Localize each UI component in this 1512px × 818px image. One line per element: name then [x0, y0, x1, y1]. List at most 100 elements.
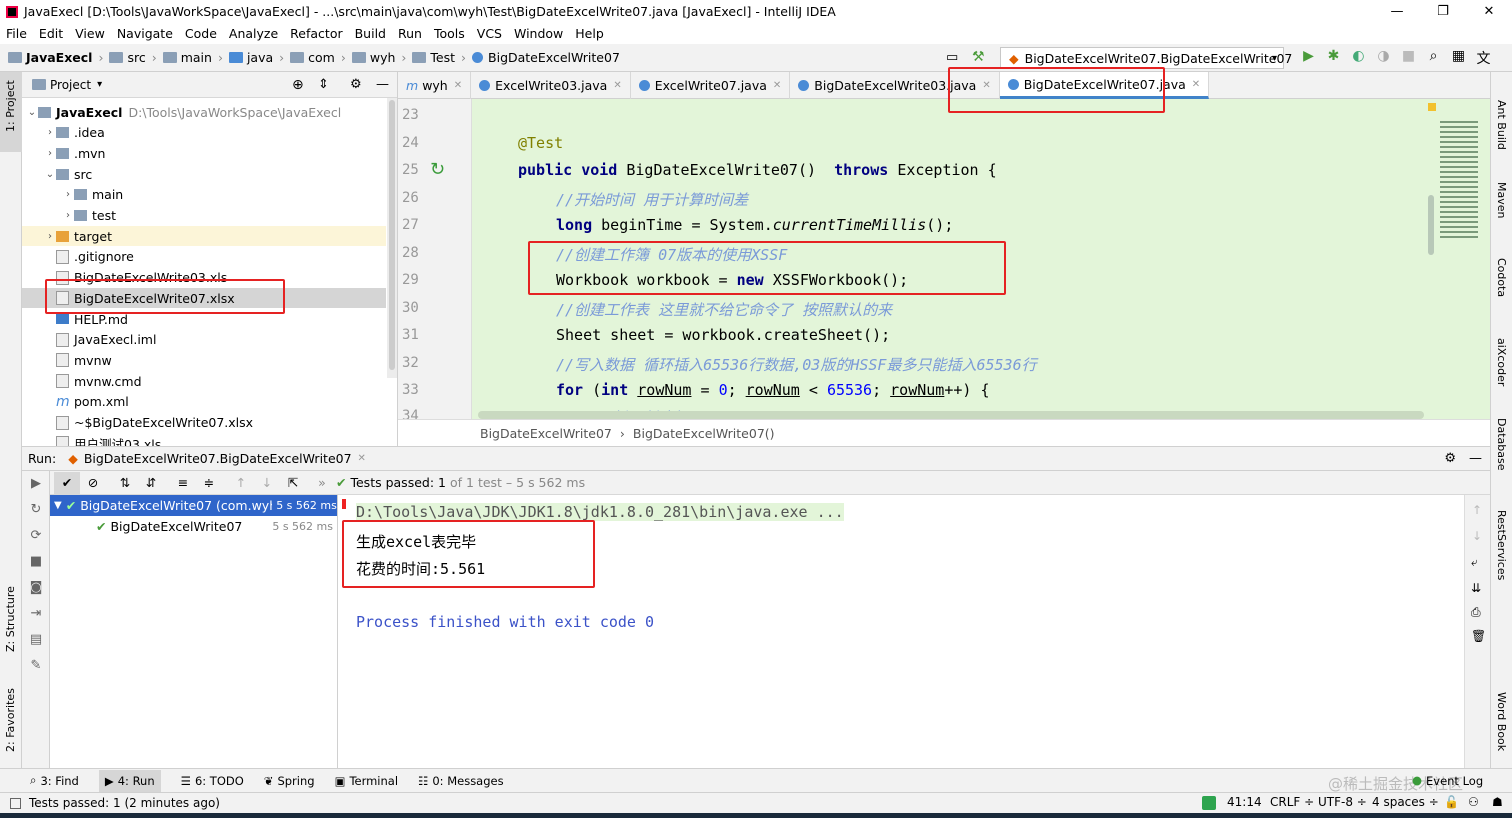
editor-breadcrumb-class[interactable]: BigDateExcelWrite07: [480, 426, 612, 441]
hide-icon[interactable]: —: [1469, 451, 1482, 466]
notification-icon[interactable]: ☗: [1492, 795, 1503, 809]
menu-edit[interactable]: Edit: [39, 26, 63, 41]
breadcrumb-src[interactable]: src ›: [109, 50, 157, 65]
menu-tools[interactable]: Tools: [434, 26, 465, 41]
ant-build-tool[interactable]: Ant Build: [1495, 100, 1508, 150]
collapse-all-icon[interactable]: ≑: [196, 475, 222, 490]
export-icon[interactable]: ⇥: [22, 601, 50, 627]
find-tool-button[interactable]: ⌕ 3: Find: [30, 773, 79, 788]
line-separator[interactable]: CRLF ÷: [1270, 795, 1314, 809]
soft-wrap-icon[interactable]: ⤶: [1471, 555, 1478, 570]
expand-arrow-icon[interactable]: ⌄: [26, 107, 38, 118]
run-icon[interactable]: ▶: [1296, 48, 1321, 68]
close-button[interactable]: ✕: [1466, 0, 1512, 23]
expand-arrow-icon[interactable]: ›: [44, 127, 56, 138]
minimize-button[interactable]: —: [1374, 0, 1420, 23]
project-tree-item[interactable]: m pom.xml: [22, 392, 386, 412]
test-suite-row[interactable]: ▼ ✔ BigDateExcelWrite07 (com.wyh.1 5 s 5…: [50, 495, 337, 516]
gear-icon[interactable]: ⚙: [1444, 451, 1456, 466]
scroll-to-end-icon[interactable]: ⇊: [1471, 581, 1481, 595]
project-tree-item[interactable]: JavaExecl.iml: [22, 330, 386, 350]
caret-position[interactable]: 41:14: [1227, 795, 1262, 809]
menu-view[interactable]: View: [75, 26, 105, 41]
search-icon[interactable]: ⌕: [1421, 48, 1446, 68]
code-editor[interactable]: @Test public void BigDateExcelWrite07() …: [472, 99, 1490, 419]
project-tree-item[interactable]: › .mvn: [22, 143, 386, 163]
hide-icon[interactable]: —: [376, 77, 389, 92]
tab-wyh[interactable]: m wyh ✕: [398, 72, 472, 99]
project-tree-item[interactable]: ~$BigDateExcelWrite07.xlsx: [22, 413, 386, 433]
project-tree-item[interactable]: ⌄ src: [22, 164, 386, 184]
todo-tool-button[interactable]: ☰ 6: TODO: [181, 774, 244, 788]
editor-breadcrumb-method[interactable]: BigDateExcelWrite07(): [633, 426, 775, 441]
previous-icon[interactable]: ↑: [228, 475, 254, 490]
project-tree-item[interactable]: BigDateExcelWrite07.xlsx: [22, 288, 386, 309]
tab-bigdateexcelwrite03[interactable]: BigDateExcelWrite03.java ✕: [790, 72, 1000, 99]
tab-excelwrite03[interactable]: ExcelWrite03.java ✕: [471, 72, 631, 99]
expand-arrow-icon[interactable]: ›: [44, 231, 56, 242]
project-scrollbar[interactable]: [387, 98, 397, 378]
tab-excelwrite07[interactable]: ExcelWrite07.java ✕: [631, 72, 791, 99]
indent-setting[interactable]: 4 spaces ÷: [1372, 795, 1439, 809]
expand-arrow-icon[interactable]: ⌄: [44, 169, 56, 180]
breadcrumb-java[interactable]: java ›: [228, 50, 284, 65]
rerun-icon[interactable]: ▶: [22, 471, 50, 497]
run-tool-button[interactable]: ▶ 4: Run: [98, 769, 161, 792]
lock-icon[interactable]: 🔓: [1444, 795, 1459, 809]
project-tree-item[interactable]: BigDateExcelWrite03.xls: [22, 268, 386, 288]
menu-analyze[interactable]: Analyze: [229, 26, 278, 41]
close-tab-icon[interactable]: ✕: [773, 80, 781, 91]
breadcrumb-test[interactable]: Test ›: [412, 50, 466, 65]
close-tab-icon[interactable]: ✕: [1192, 79, 1200, 90]
restservices-tool[interactable]: RestServices: [1495, 510, 1508, 580]
menu-run[interactable]: Run: [398, 26, 422, 41]
project-tree-item[interactable]: › main: [22, 185, 386, 205]
show-passed-icon[interactable]: ✔: [54, 471, 80, 494]
status-toggle-icon[interactable]: [10, 797, 21, 809]
console-output[interactable]: D:\Tools\Java\JDK\JDK1.8\jdk1.8.0_281\bi…: [338, 495, 1464, 768]
export-results-icon[interactable]: ⇱: [280, 475, 306, 490]
project-tree-item[interactable]: HELP.md: [22, 309, 386, 329]
project-tree-item[interactable]: mvnw.cmd: [22, 371, 386, 391]
breadcrumb-class[interactable]: BigDateExcelWrite07: [472, 50, 620, 65]
menu-vcs[interactable]: VCS: [477, 26, 502, 41]
more-icon[interactable]: »: [312, 475, 332, 490]
toggle-autotest-icon[interactable]: ⟳: [22, 523, 50, 549]
inspector-icon[interactable]: ⚇: [1468, 795, 1479, 809]
chevron-down-icon[interactable]: ▾: [97, 79, 102, 90]
close-tab-icon[interactable]: ✕: [982, 80, 990, 91]
file-encoding[interactable]: UTF-8 ÷: [1318, 795, 1367, 809]
breadcrumb-project[interactable]: JavaExecl ›: [8, 50, 103, 65]
next-icon[interactable]: ↓: [254, 475, 280, 490]
show-ignored-icon[interactable]: ⊘: [80, 475, 106, 490]
expand-arrow-icon[interactable]: ›: [62, 189, 74, 200]
expand-arrow-icon[interactable]: ›: [62, 210, 74, 221]
breadcrumb-main[interactable]: main ›: [162, 50, 223, 65]
build-hammer-icon[interactable]: ⚒: [972, 49, 985, 65]
down-arrow-icon[interactable]: ↓: [1472, 529, 1482, 543]
menu-file[interactable]: File: [6, 26, 27, 41]
horizontal-scrollbar[interactable]: [478, 411, 1424, 419]
spring-tool-button[interactable]: ❦ Spring: [264, 774, 315, 788]
coverage-icon[interactable]: ◐: [1346, 48, 1371, 68]
codota-tool[interactable]: Codota: [1495, 258, 1508, 297]
menu-build[interactable]: Build: [355, 26, 386, 41]
pin-icon[interactable]: ✎: [22, 653, 50, 679]
codota-status-icon[interactable]: [1202, 796, 1216, 810]
project-tree-item[interactable]: › test: [22, 206, 386, 226]
expand-all-icon[interactable]: ≡: [170, 475, 196, 490]
run-tab[interactable]: BigDateExcelWrite07.BigDateExcelWrite07: [84, 451, 352, 466]
sort-duration-icon[interactable]: ⇵: [138, 475, 164, 490]
word-book-tool[interactable]: Word Book: [1495, 692, 1508, 751]
gear-icon[interactable]: ⚙: [350, 77, 362, 92]
code-minimap[interactable]: [1426, 99, 1490, 419]
maximize-button[interactable]: ❐: [1420, 0, 1466, 23]
project-tree-item[interactable]: ⌄ JavaExecl D:\Tools\JavaWorkSpace\JavaEx…: [22, 102, 386, 122]
menu-help[interactable]: Help: [575, 26, 604, 41]
stop-icon[interactable]: ■: [1396, 48, 1421, 68]
menu-refactor[interactable]: Refactor: [290, 26, 342, 41]
breadcrumb-wyh[interactable]: wyh ›: [351, 50, 406, 65]
close-tab-icon[interactable]: ✕: [454, 80, 462, 91]
run-test-gutter-icon[interactable]: ↻: [430, 159, 445, 180]
favorites-tool-label[interactable]: 2: Favorites: [4, 688, 17, 752]
